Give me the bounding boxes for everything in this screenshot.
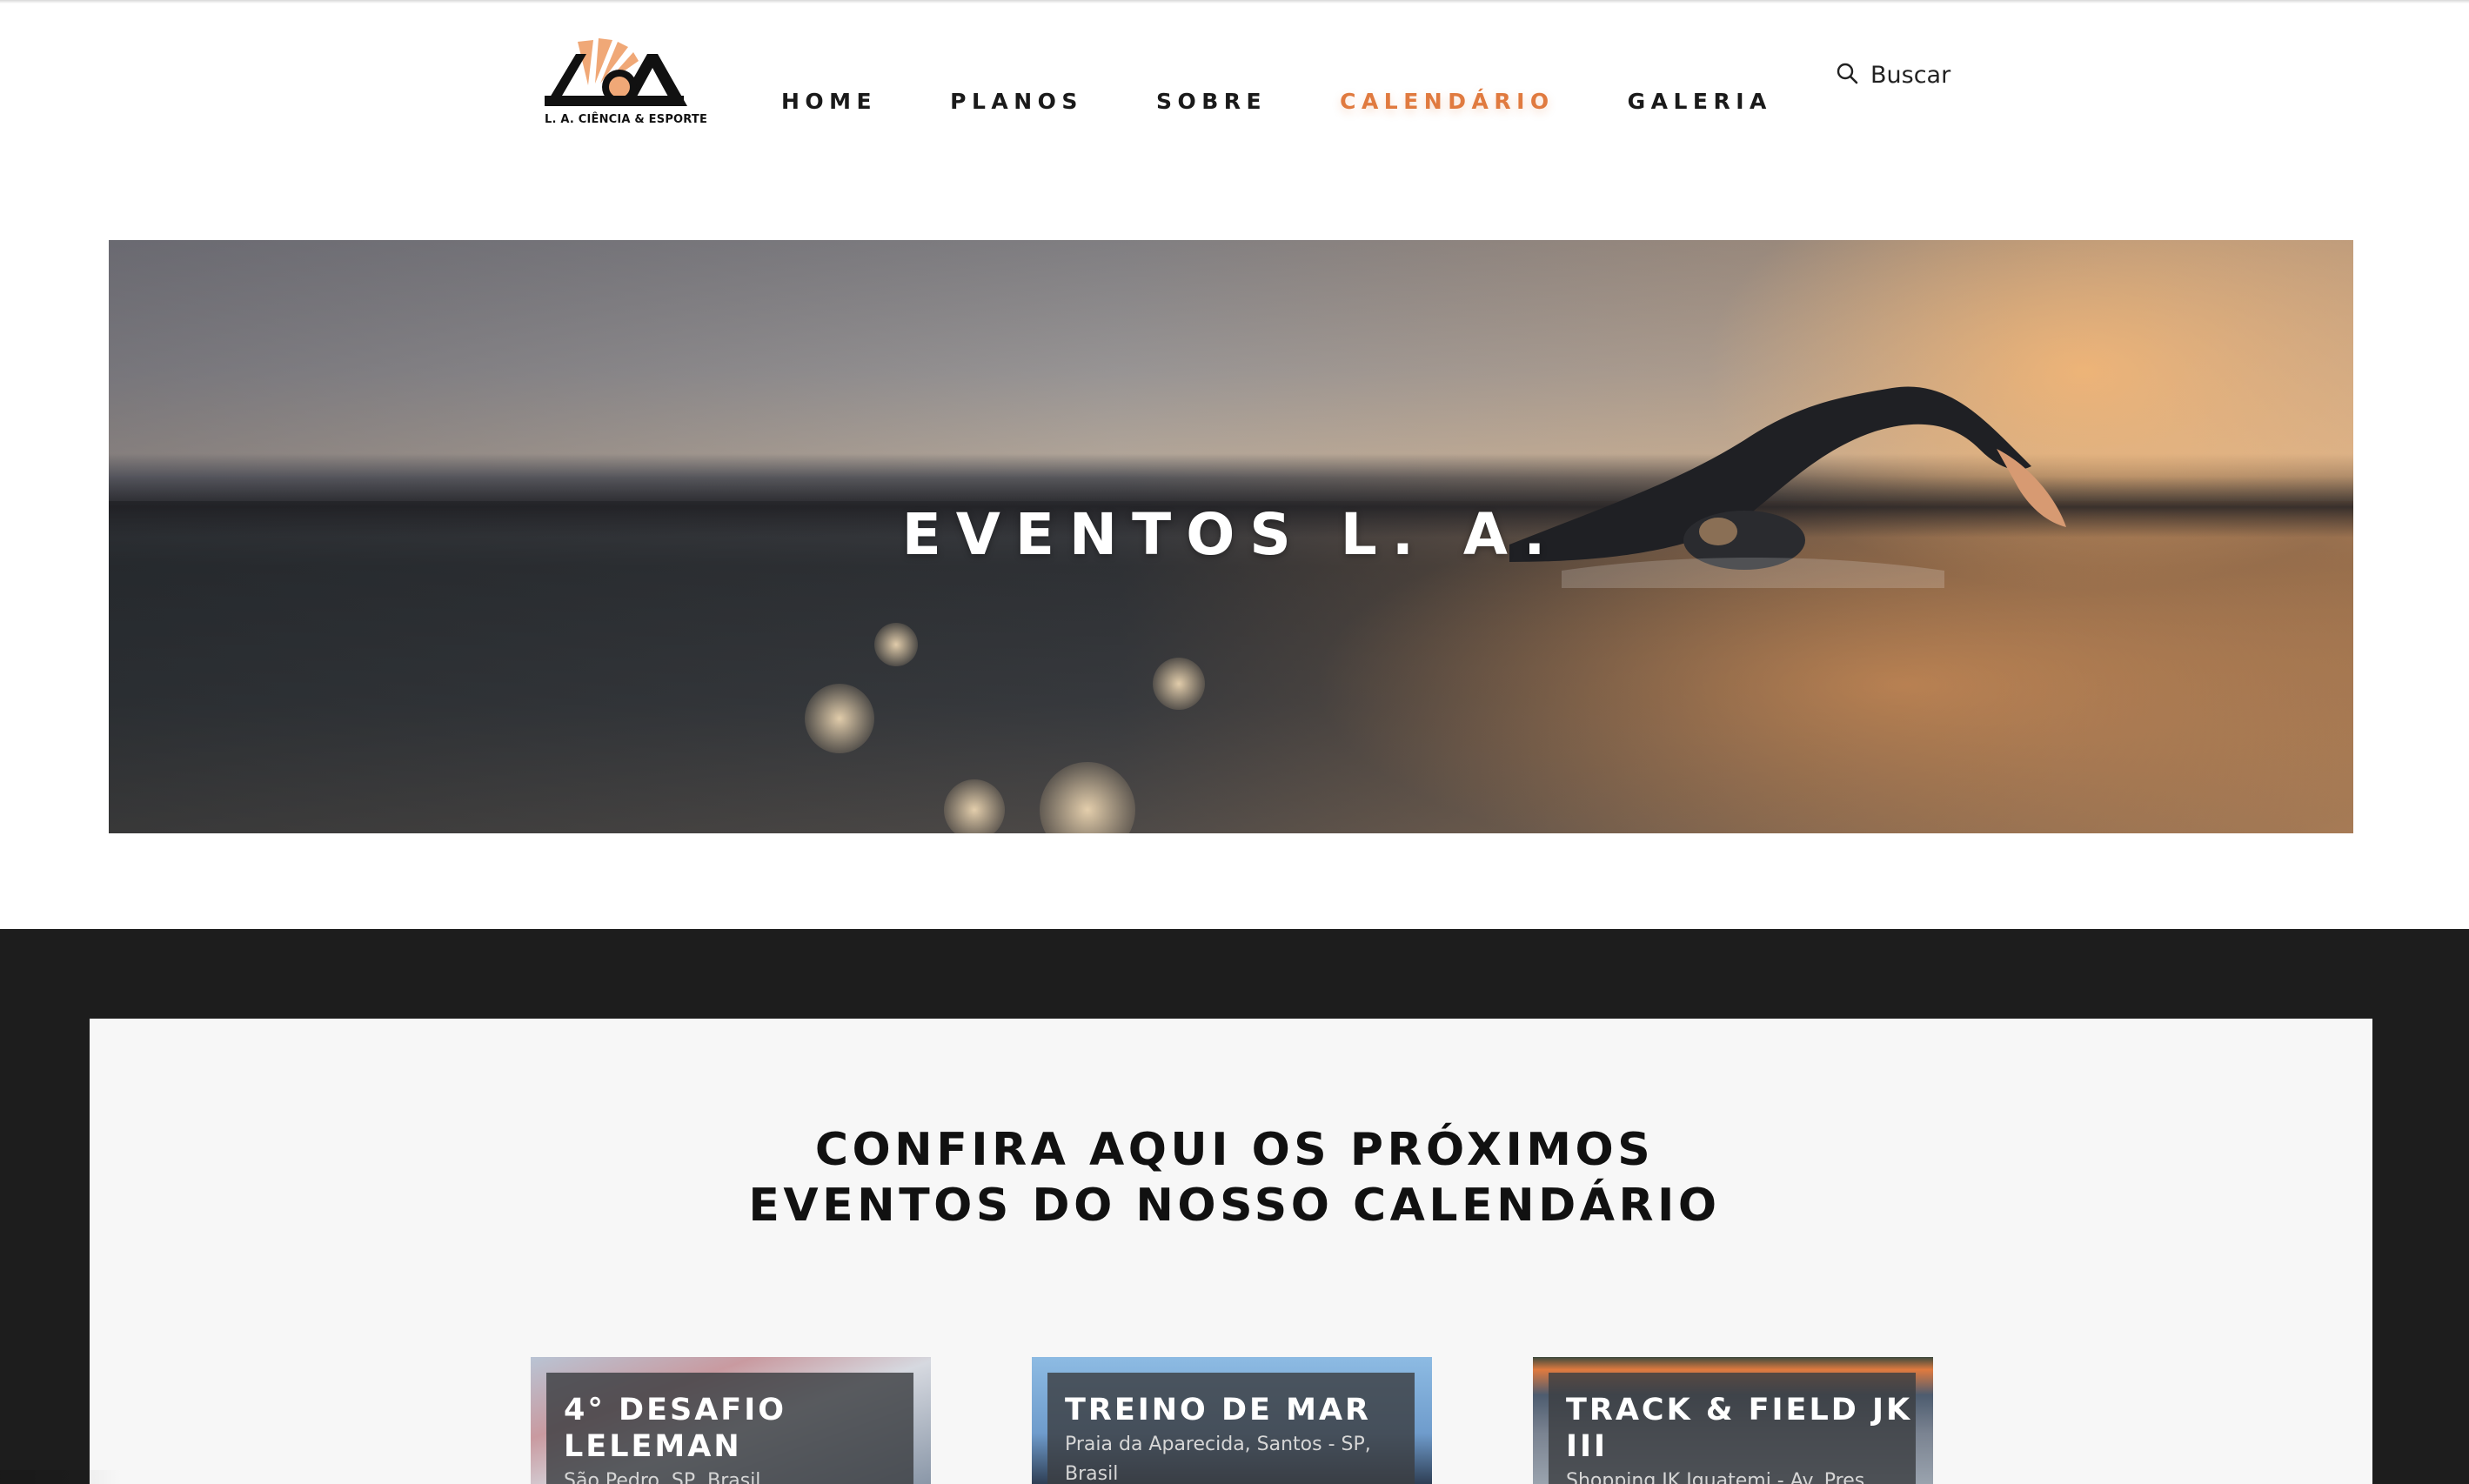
bokeh-light: [805, 684, 874, 753]
header-top-shadow: [0, 0, 2469, 3]
nav-item-planos[interactable]: PLANOS: [950, 89, 1083, 120]
logo-mark: [545, 38, 687, 106]
event-card-location: São Pedro, SP, Brasil: [564, 1470, 761, 1484]
event-card-location: Shopping JK Iguatemi - Av. Pres...: [1566, 1470, 1884, 1484]
event-card[interactable]: TREINO DE MAR Praia da Aparecida, Santos…: [1032, 1357, 1432, 1484]
search-icon: [1836, 62, 1858, 88]
hero-title: EVENTOS L. A.: [901, 501, 1561, 568]
bottom-shadow: [0, 1470, 122, 1484]
main-nav: HOME PLANOS SOBRE CALENDÁRIO GALERIA: [781, 89, 1772, 120]
event-card-location: Praia da Aparecida, Santos - SP, Brasil: [1065, 1434, 1371, 1484]
bokeh-light: [944, 779, 1005, 833]
event-card[interactable]: TRACK & FIELD JK III Shopping JK Iguatem…: [1533, 1357, 1933, 1484]
logo[interactable]: L. A. CIÊNCIA & ESPORTE: [543, 35, 708, 132]
logo-text: L. A. CIÊNCIA & ESPORTE: [545, 113, 708, 126]
event-card-title: 4° DESAFIO LELEMAN: [564, 1393, 786, 1464]
bokeh-light: [1153, 658, 1205, 710]
events-heading: CONFIRA AQUI OS PRÓXIMOS EVENTOS DO NOSS…: [0, 1122, 2469, 1233]
search-label: Buscar: [1870, 61, 1951, 89]
hero-banner: EVENTOS L. A.: [109, 240, 2353, 833]
event-card-title: TRACK & FIELD JK III: [1566, 1393, 1913, 1464]
events-heading-line2: EVENTOS DO NOSSO CALENDÁRIO: [748, 1180, 1721, 1232]
event-card[interactable]: 4° DESAFIO LELEMAN São Pedro, SP, Brasil: [531, 1357, 931, 1484]
search-button[interactable]: Buscar: [1836, 57, 1950, 92]
events-heading-line1: CONFIRA AQUI OS PRÓXIMOS: [814, 1124, 1655, 1176]
nav-item-home[interactable]: HOME: [781, 89, 877, 120]
nav-item-sobre[interactable]: SOBRE: [1156, 89, 1267, 120]
bokeh-light: [874, 623, 918, 666]
event-card-title: TREINO DE MAR: [1065, 1393, 1372, 1427]
nav-item-calendario[interactable]: CALENDÁRIO: [1340, 89, 1555, 120]
nav-item-galeria[interactable]: GALERIA: [1628, 89, 1772, 120]
